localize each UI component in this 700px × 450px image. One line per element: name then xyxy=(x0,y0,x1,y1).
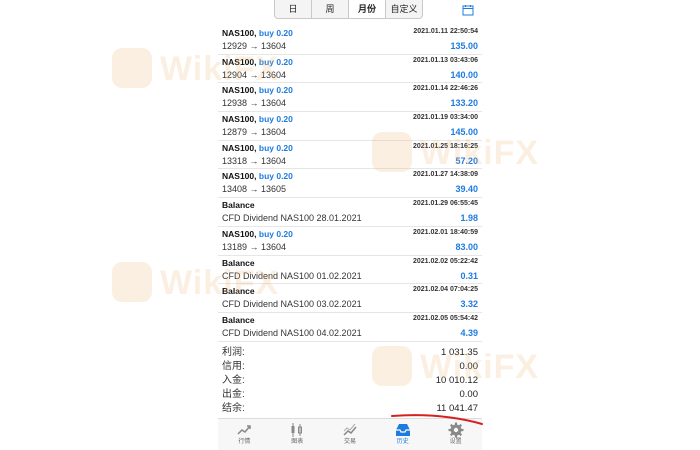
period-tabs: 日 周 月份 自定义 xyxy=(274,0,423,19)
nav-chart[interactable]: 图表 xyxy=(271,419,324,450)
symbol-label: NAS100, xyxy=(222,142,257,153)
nav-label: 图表 xyxy=(291,439,304,445)
nav-label: 设置 xyxy=(449,439,462,445)
price-range: 13189 → 13604 xyxy=(222,241,287,252)
watermark-text: WikiFX xyxy=(420,134,540,172)
nav-label: 行情 xyxy=(238,439,251,445)
balance-label: Balance xyxy=(222,200,255,211)
price-range: 12938 → 13604 xyxy=(222,98,287,109)
watermark-logo xyxy=(112,48,152,88)
watermark-text: WikiFX xyxy=(420,348,540,386)
profit-amount: 0.31 xyxy=(460,270,478,281)
symbol-label: NAS100, xyxy=(222,228,257,239)
datetime: 2021.01.13 03:43:06 xyxy=(413,56,478,64)
history-row[interactable]: NAS100, buy 0.20 13408 → 13605 2021.01.2… xyxy=(218,169,482,199)
history-row[interactable]: Balance CFD Dividend NAS100 04.02.2021 2… xyxy=(218,313,482,342)
profit-amount: 3.32 xyxy=(460,299,478,310)
symbol-label: NAS100, xyxy=(222,171,257,182)
side-label: buy 0.20 xyxy=(258,171,293,182)
history-row[interactable]: NAS100, buy 0.20 13189 → 13604 2021.02.0… xyxy=(218,227,482,256)
balance-comment: CFD Dividend NAS100 28.01.2021 xyxy=(222,213,362,224)
quotes-icon xyxy=(237,425,252,435)
datetime: 2021.01.29 06:55:45 xyxy=(413,200,478,208)
datetime: 2021.01.11 22:50:54 xyxy=(413,28,478,35)
tab-month[interactable]: 月份 xyxy=(349,0,386,18)
side-label: buy 0.20 xyxy=(258,28,293,38)
chart-icon xyxy=(291,423,303,437)
watermark-logo xyxy=(372,132,412,172)
profit-amount: 133.20 xyxy=(450,98,478,109)
balance-comment: CFD Dividend NAS100 04.02.2021 xyxy=(222,327,362,338)
watermark-logo xyxy=(372,346,412,386)
profit-amount: 39.40 xyxy=(455,184,478,195)
datetime: 2021.02.05 05:54:42 xyxy=(413,314,478,322)
profit-amount: 4.39 xyxy=(460,327,478,338)
balance-label: Balance xyxy=(222,314,255,325)
nav-label: 交易 xyxy=(343,439,356,445)
watermark-text: WikiFX xyxy=(160,50,280,88)
side-label: buy 0.20 xyxy=(258,114,293,125)
side-label: buy 0.20 xyxy=(258,142,293,153)
history-row[interactable]: Balance CFD Dividend NAS100 28.01.2021 2… xyxy=(218,198,482,227)
symbol-label: NAS100, xyxy=(222,28,257,38)
calendar-icon[interactable] xyxy=(462,4,474,16)
symbol-label: NAS100, xyxy=(222,114,257,125)
tab-week[interactable]: 周 xyxy=(312,0,349,18)
watermark-logo xyxy=(112,262,152,302)
watermark-text: WikiFX xyxy=(160,264,280,302)
trade-icon xyxy=(343,423,357,436)
price-range: 13408 → 13605 xyxy=(222,184,287,195)
red-annotation-stroke xyxy=(391,414,483,425)
datetime: 2021.02.01 18:40:59 xyxy=(413,228,478,236)
summary-row-withdrawal: 出金: 0.00 xyxy=(222,389,478,400)
profit-amount: 140.00 xyxy=(450,69,478,80)
nav-label: 历史 xyxy=(396,439,409,445)
datetime: 2021.02.02 05:22:42 xyxy=(413,257,478,265)
datetime: 2021.01.14 22:46:26 xyxy=(413,85,478,93)
tab-day[interactable]: 日 xyxy=(275,0,312,18)
profit-amount: 135.00 xyxy=(450,41,478,51)
side-label: buy 0.20 xyxy=(258,228,293,239)
nav-quotes[interactable]: 行情 xyxy=(218,419,271,450)
profit-amount: 83.00 xyxy=(455,241,478,252)
nav-trade[interactable]: 交易 xyxy=(324,419,377,450)
tab-custom[interactable]: 自定义 xyxy=(386,0,422,18)
datetime: 2021.01.19 03:34:00 xyxy=(413,114,478,122)
datetime: 2021.02.04 07:04:25 xyxy=(413,286,478,294)
profit-amount: 1.98 xyxy=(460,213,478,224)
